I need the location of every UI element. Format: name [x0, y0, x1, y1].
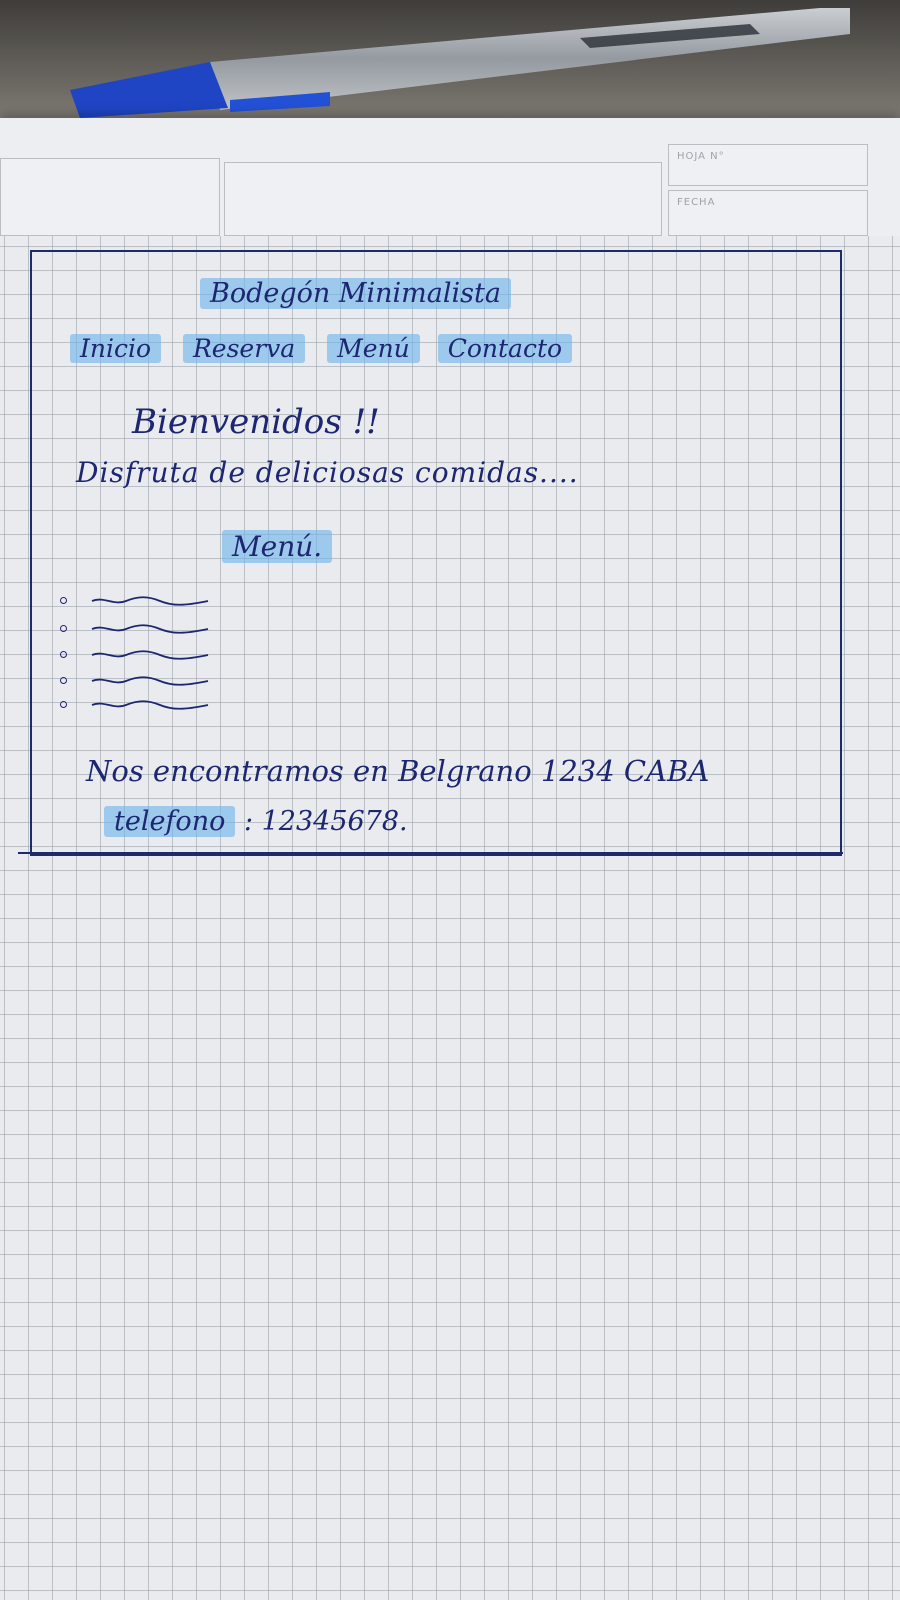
list-item — [60, 672, 230, 692]
restaurant-name-text: Bodegón Minimalista — [200, 278, 511, 309]
nav-item-menu[interactable]: Menú — [327, 334, 420, 363]
nav-item-contacto[interactable]: Contacto — [437, 334, 573, 363]
phone-line: telefono : 12345678. — [104, 806, 408, 837]
header-box-left — [0, 158, 220, 236]
nav-item-reserva[interactable]: Reserva — [182, 334, 306, 363]
fecha-label: FECHA — [677, 197, 716, 208]
list-item — [60, 646, 230, 666]
menu-list — [60, 592, 240, 722]
placeholder-text-line — [91, 676, 209, 686]
bullet-icon — [60, 701, 67, 708]
placeholder-text-line — [91, 596, 209, 606]
nav-bar: Inicio Reserva Menú Contacto — [70, 334, 573, 363]
wireframe-underline — [18, 852, 843, 854]
menu-heading-text: Menú. — [222, 530, 333, 563]
phone-value: : 12345678. — [243, 806, 408, 837]
bullet-icon — [60, 677, 67, 684]
list-item — [60, 696, 230, 716]
placeholder-text-line — [91, 700, 209, 710]
restaurant-name: Bodegón Minimalista — [200, 278, 511, 309]
ballpoint-pen — [70, 8, 850, 118]
fecha-box: FECHA — [668, 190, 868, 236]
nav-item-inicio[interactable]: Inicio — [70, 334, 162, 363]
bullet-icon — [60, 625, 67, 632]
hoja-label: HOJA N° — [677, 151, 725, 162]
address-text: Nos encontramos en Belgrano 1234 CABA — [86, 754, 710, 788]
bullet-icon — [60, 597, 67, 604]
welcome-heading: Bienvenidos !! — [132, 402, 380, 442]
header-box-middle — [224, 162, 662, 236]
tagline: Disfruta de deliciosas comidas.... — [76, 456, 579, 489]
list-item — [60, 592, 230, 612]
placeholder-text-line — [91, 650, 209, 660]
paper-header: HOJA N° FECHA — [0, 118, 900, 236]
hoja-box: HOJA N° — [668, 144, 868, 186]
phone-label: telefono — [104, 806, 236, 837]
placeholder-text-line — [91, 624, 209, 634]
list-item — [60, 620, 230, 640]
menu-heading: Menú. — [222, 530, 333, 563]
bullet-icon — [60, 651, 67, 658]
